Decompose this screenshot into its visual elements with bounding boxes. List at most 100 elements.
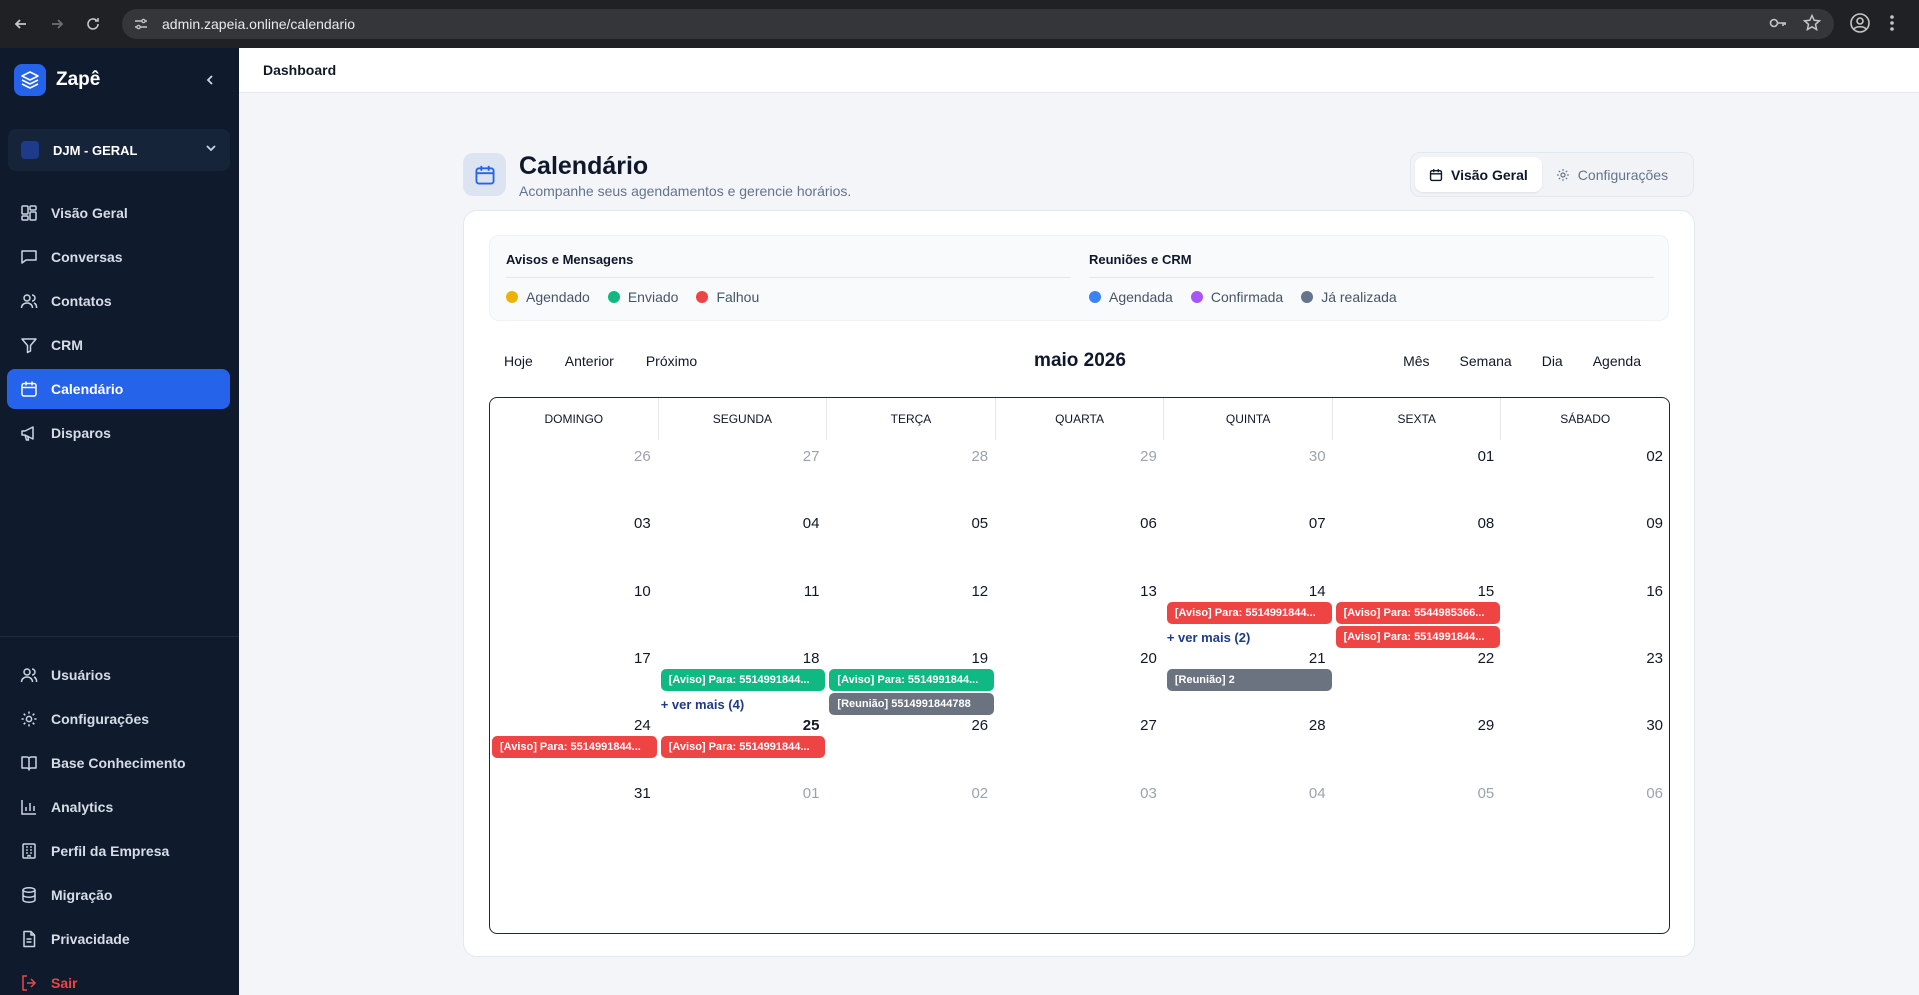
day-number[interactable]: 26 (838, 717, 988, 734)
calendar-event[interactable]: [Aviso] Para: 5514991844... (660, 668, 826, 691)
reload-icon[interactable] (78, 9, 108, 39)
site-info-icon[interactable] (130, 13, 152, 35)
weekday-label: SEGUNDA (659, 398, 828, 440)
day-number[interactable]: 08 (1344, 515, 1495, 532)
sidebar-item-conversas[interactable]: Conversas (7, 237, 230, 277)
sidebar-item-crm[interactable]: CRM (7, 325, 230, 365)
sidebar-item-calendario[interactable]: Calendário (7, 369, 230, 409)
calendar-event[interactable]: [Aviso] Para: 5514991844... (829, 668, 995, 691)
view-day-button[interactable]: Dia (1542, 353, 1563, 369)
view-month-button[interactable]: Mês (1403, 353, 1429, 369)
day-number[interactable]: 06 (1513, 785, 1663, 802)
day-number[interactable]: 07 (1176, 515, 1326, 532)
brand-name: Zapê (56, 69, 101, 90)
day-number[interactable]: 02 (1513, 448, 1663, 465)
day-number[interactable]: 28 (838, 448, 988, 465)
day-number[interactable]: 04 (1176, 785, 1326, 802)
sidebar-item-perfil-empresa[interactable]: Perfil da Empresa (7, 831, 230, 871)
status-dot (607, 291, 620, 303)
breadcrumb[interactable]: Dashboard (263, 62, 336, 78)
tab-visao-geral[interactable]: Visão Geral (1415, 157, 1542, 192)
day-number[interactable]: 01 (669, 785, 820, 802)
day-number[interactable]: 12 (838, 583, 988, 600)
day-number[interactable]: 05 (1344, 785, 1495, 802)
day-number[interactable]: 02 (838, 785, 988, 802)
day-number[interactable]: 03 (501, 515, 651, 532)
browser-menu-icon[interactable] (1881, 12, 1903, 39)
day-number[interactable]: 18 (669, 650, 820, 667)
sidebar-item-analytics[interactable]: Analytics (7, 787, 230, 827)
calendar-event[interactable]: [Aviso] Para: 5514991844... (1166, 601, 1332, 624)
day-number[interactable]: 31 (501, 785, 651, 802)
calendar-event[interactable]: [Reunião] 2 (1166, 668, 1332, 691)
day-number[interactable]: 03 (1007, 785, 1157, 802)
day-number[interactable]: 17 (501, 650, 651, 667)
sidebar-item-sair[interactable]: Sair (7, 963, 230, 995)
forward-icon[interactable] (42, 9, 72, 39)
bookmark-star-icon[interactable] (1802, 13, 1822, 38)
day-number[interactable]: 16 (1513, 583, 1663, 600)
day-number[interactable]: 29 (1344, 717, 1495, 734)
sidebar-item-usuarios[interactable]: Usuários (7, 655, 230, 695)
day-number[interactable]: 04 (669, 515, 820, 532)
day-number[interactable]: 30 (1513, 717, 1663, 734)
brand[interactable]: Zapê (14, 64, 100, 96)
day-number[interactable]: 28 (1176, 717, 1326, 734)
workspace-selector[interactable]: DJM - GERAL (8, 129, 230, 171)
sidebar-item-migracao[interactable]: Migração (7, 875, 230, 915)
sidebar-item-contatos[interactable]: Contatos (7, 281, 230, 321)
chevron-down-icon (204, 141, 218, 160)
collapse-sidebar-icon[interactable] (200, 70, 220, 90)
day-number[interactable]: 22 (1344, 650, 1495, 667)
day-number[interactable]: 19 (838, 650, 988, 667)
day-number[interactable]: 30 (1176, 448, 1326, 465)
day-number[interactable]: 09 (1513, 515, 1663, 532)
day-number[interactable]: 06 (1007, 515, 1157, 532)
day-number[interactable]: 10 (501, 583, 651, 600)
view-week-button[interactable]: Semana (1460, 353, 1512, 369)
status-dot (1190, 291, 1203, 303)
day-number[interactable]: 13 (1007, 583, 1157, 600)
day-number[interactable]: 15 (1344, 583, 1495, 600)
sidebar-item-configuracoes[interactable]: Configurações (7, 699, 230, 739)
day-number[interactable]: 23 (1513, 650, 1663, 667)
day-number[interactable]: 24 (501, 717, 651, 734)
url-text[interactable]: admin.zapeia.online/calendario (162, 16, 355, 32)
day-number[interactable]: 21 (1176, 650, 1326, 667)
calendar-event[interactable]: [Reunião] 5514991844788 (829, 692, 995, 715)
day-number[interactable]: 27 (1007, 717, 1157, 734)
day-number[interactable]: 05 (838, 515, 988, 532)
day-number[interactable]: 14 (1176, 583, 1326, 600)
day-number[interactable]: 01 (1344, 448, 1495, 465)
back-icon[interactable] (6, 9, 36, 39)
day-number[interactable]: 29 (1007, 448, 1157, 465)
day-number[interactable]: 27 (669, 448, 820, 465)
calendar-event[interactable]: [Aviso] Para: 5514991844... (660, 736, 826, 759)
database-icon (19, 885, 39, 905)
tab-configuracoes[interactable]: Configurações (1542, 157, 1682, 192)
calendar-event[interactable]: [Aviso] Para: 5514991844... (1335, 625, 1501, 648)
legend-label: Confirmada (1210, 289, 1284, 305)
day-number[interactable]: 11 (669, 583, 820, 600)
day-number[interactable]: 25 (669, 717, 820, 734)
profile-icon[interactable] (1849, 12, 1871, 39)
legend-item-agendado: Agendado (506, 289, 590, 305)
page-subtitle: Acompanhe seus agendamentos e gerencie h… (519, 183, 852, 199)
sidebar-item-label: Conversas (51, 249, 123, 265)
sidebar-item-privacidade[interactable]: Privacidade (7, 919, 230, 959)
sidebar-item-visao-geral[interactable]: Visão Geral (7, 193, 230, 233)
sidebar-item-label: Base Conhecimento (51, 755, 186, 771)
day-number[interactable]: 26 (501, 448, 651, 465)
calendar-event[interactable]: [Aviso] Para: 5514991844... (492, 736, 657, 759)
legend-item-confirmada: Confirmada (1190, 289, 1284, 305)
address-bar[interactable]: admin.zapeia.online/calendario (122, 9, 1834, 39)
day-number[interactable]: 20 (1007, 650, 1157, 667)
key-icon[interactable] (1768, 13, 1788, 38)
sidebar-item-base-conhecimento[interactable]: Base Conhecimento (7, 743, 230, 783)
tab-label: Configurações (1577, 166, 1669, 183)
see-more-link[interactable]: + ver mais (4) (661, 697, 744, 712)
see-more-link[interactable]: + ver mais (2) (1167, 630, 1250, 645)
sidebar-item-disparos[interactable]: Disparos (7, 413, 230, 453)
calendar-event[interactable]: [Aviso] Para: 5544985366... (1335, 601, 1501, 624)
view-agenda-button[interactable]: Agenda (1593, 353, 1641, 369)
